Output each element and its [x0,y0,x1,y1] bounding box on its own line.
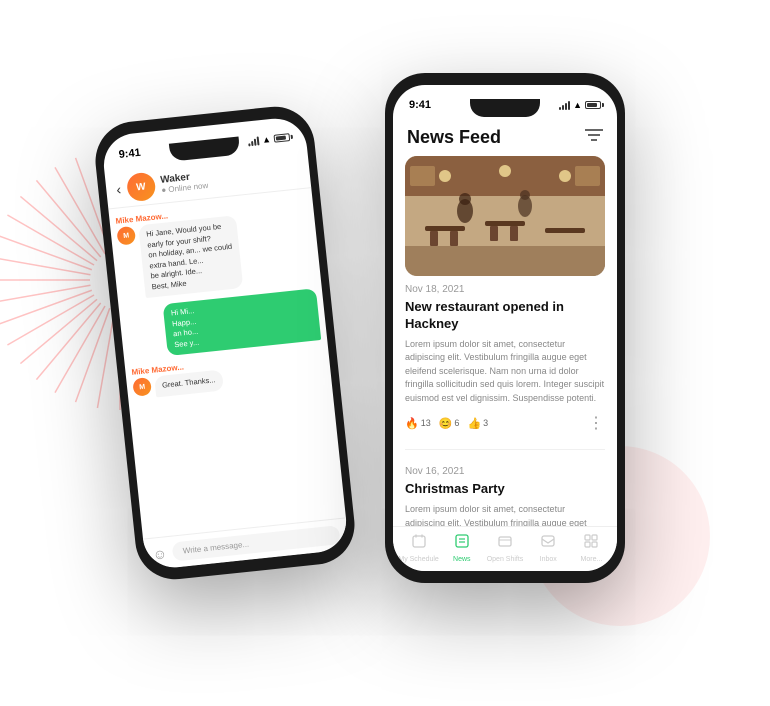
news-header: News Feed [393,121,617,156]
smile-emoji-1: 😊 [439,417,453,430]
bubble-received-1: Hi Jane, Would you beearly for your shif… [138,215,243,298]
chat-header-info: Waker ● Online now [160,160,301,194]
more-icon [583,533,599,554]
filter-icon[interactable] [585,128,603,147]
reaction-smile-1[interactable]: 😊 6 [439,417,460,430]
news-icon [454,533,470,554]
nav-shifts-label: Open Shifts [487,556,524,563]
article-reactions-1: 🔥 13 😊 6 👍 3 ⋮ [405,413,605,433]
mini-avatar-1: M [116,226,136,246]
more-options-1[interactable]: ⋮ [588,413,605,433]
wifi-icon-front: ▲ [573,100,582,110]
nav-more-label: More... [581,556,603,563]
status-time-back: 9:41 [118,147,141,161]
wifi-icon: ▲ [262,134,272,145]
signal-icon-front [559,100,570,110]
nav-shifts[interactable]: Open Shifts [483,533,526,563]
article-body-1: Lorem ipsum dolor sit amet, consectetur … [405,338,605,406]
bottom-nav: My Schedule News Open Shifts [393,526,617,571]
article-headline-2: Christmas Party [405,481,605,498]
news-scroll[interactable]: Nov 18, 2021 New restaurant opened in Ha… [393,156,617,571]
shifts-icon [497,533,513,554]
bubble-received-2: Great. Thanks... [154,370,223,397]
battery-icon [274,133,291,143]
status-time-front: 9:41 [409,99,431,111]
nav-news[interactable]: News [440,533,483,563]
reactions-left-1: 🔥 13 😊 6 👍 3 [405,417,488,430]
nav-news-label: News [453,556,471,563]
reaction-like-1[interactable]: 👍 3 [467,417,488,430]
news-feed-title: News Feed [407,127,501,148]
bubble-sent-1: Hi Mi...Happ...an ho...See y... [163,288,321,356]
nav-inbox-label: Inbox [540,556,557,563]
reaction-fire-1[interactable]: 🔥 13 [405,417,431,430]
schedule-icon [411,533,427,554]
phone-front: 9:41 ▲ News Feed [385,73,625,583]
news-divider-1 [405,449,605,450]
nav-more[interactable]: More... [570,533,613,563]
chat-avatar: W [126,172,157,203]
article-headline-1: New restaurant opened in Hackney [405,299,605,333]
status-icons-back: ▲ [248,132,291,146]
chat-message-2: Hi Mi...Happ...an ho...See y... [125,288,321,360]
news-screen: 9:41 ▲ News Feed [393,85,617,571]
phones-container: 9:41 ▲ ‹ W Waker ● O [85,33,685,673]
signal-icon [248,135,260,146]
article-date-1: Nov 18, 2021 [405,284,605,295]
chat-screen: 9:41 ▲ ‹ W Waker ● O [101,116,349,571]
notch-front [470,99,540,117]
nav-inbox[interactable]: Inbox [527,533,570,563]
emoji-icon[interactable]: ☺ [152,545,168,562]
fire-emoji-1: 🔥 [405,417,419,430]
mini-avatar-2: M [132,377,152,397]
smile-count-1: 6 [454,418,459,428]
like-count-1: 3 [483,418,488,428]
like-emoji-1: 👍 [467,417,481,430]
status-icons-front: ▲ [559,100,601,110]
battery-icon-front [585,101,601,109]
signal-bar-4 [257,136,260,145]
article-image-1 [405,156,605,276]
news-card-1: Nov 18, 2021 New restaurant opened in Ha… [405,156,605,433]
inbox-icon [540,533,556,554]
article-date-2: Nov 16, 2021 [405,466,605,477]
signal-bar-1 [248,143,250,146]
nav-schedule[interactable]: My Schedule [397,533,440,563]
back-button[interactable]: ‹ [116,181,122,197]
chat-message-1: Mike Mazow... M Hi Jane, Would you beear… [115,197,315,301]
phone-back: 9:41 ▲ ‹ W Waker ● O [92,103,359,583]
chat-messages: Mike Mazow... M Hi Jane, Would you beear… [108,188,349,570]
fire-count-1: 13 [421,418,431,428]
nav-schedule-label: My Schedule [398,556,438,563]
